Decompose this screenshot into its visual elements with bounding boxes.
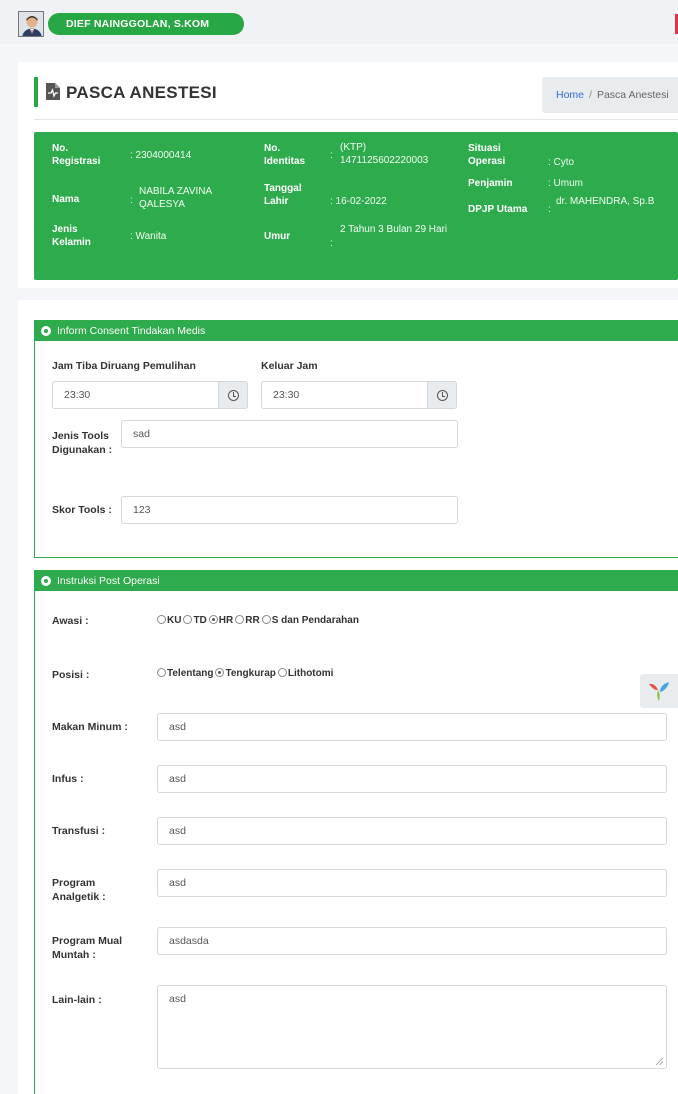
patient-info-panel: No. Registrasi : 2304000414 Nama : NABIL… — [34, 132, 678, 280]
posisi-option-label: Lithotomi — [287, 668, 334, 679]
awasi-radio-button[interactable] — [208, 615, 218, 624]
dpjp-utama-value: dr. MAHENDRA, Sp.B — [556, 196, 655, 207]
awasi-radio-group: KU TD HR RR S dan Pendarahan — [157, 615, 361, 626]
program-mual-input[interactable]: asdasda — [157, 927, 667, 955]
posisi-option-tengkurap[interactable]: Tengkurap — [215, 668, 276, 679]
awasi-option-rr[interactable]: RR — [235, 615, 260, 626]
no-identitas-value: (KTP) 1471125602220003 — [340, 142, 429, 166]
awasi-option-s-dan-pendarahan[interactable]: S dan Pendarahan — [261, 615, 359, 626]
program-analgetik-label: Program Analgetik : — [52, 877, 106, 903]
yii-logo-icon — [649, 682, 669, 701]
nama-colon: : — [130, 195, 133, 206]
user-name-badge[interactable]: DIEF NAINGGOLAN, S.KOM — [48, 13, 244, 35]
awasi-radio-button[interactable] — [157, 615, 166, 624]
no-identitas-label: No. Identitas — [264, 143, 306, 167]
lain-lain-textarea[interactable]: asd — [157, 985, 667, 1069]
awasi-radio-button[interactable] — [261, 615, 271, 624]
awasi-option-label: TD — [193, 615, 207, 626]
instruksi-header[interactable]: Instruksi Post Operasi — [35, 571, 678, 591]
jenis-kelamin-value: : Wanita — [130, 231, 167, 242]
awasi-radio-button[interactable] — [183, 615, 193, 624]
situasi-operasi-value: : Cyto — [548, 157, 575, 168]
posisi-radio-button[interactable] — [277, 668, 287, 677]
instruksi-title: Instruksi Post Operasi — [57, 575, 160, 587]
penjamin-label: Penjamin — [468, 178, 513, 189]
program-analgetik-input[interactable]: asd — [157, 869, 667, 897]
program-mual-label: Program Mual Muntah : — [52, 935, 123, 961]
skor-tools-input[interactable]: 123 — [121, 496, 458, 524]
infus-input[interactable]: asd — [157, 765, 667, 793]
makan-minum-label: Makan Minum : — [52, 721, 128, 733]
awasi-label: Awasi : — [52, 615, 89, 627]
tanggal-lahir-value: : 16-02-2022 — [330, 196, 387, 207]
makan-minum-input[interactable]: asd — [157, 713, 667, 741]
lain-lain-label: Lain-lain : — [52, 994, 102, 1006]
page-header-card: PASCA ANESTESI Home / Pasca Anestesi No. R… — [18, 62, 678, 288]
breadcrumb-separator: / — [589, 89, 592, 101]
jam-tiba-clock-button[interactable] — [218, 381, 248, 409]
posisi-option-label: Tengkurap — [225, 668, 276, 679]
umur-label: Umur — [264, 231, 291, 242]
inform-consent-title: Inform Consent Tindakan Medis — [57, 325, 206, 337]
skor-tools-label: Skor Tools : — [52, 504, 112, 516]
dpjp-colon: : — [548, 204, 551, 215]
posisi-option-lithotomi[interactable]: Lithotomi — [277, 668, 334, 679]
page-title: PASCA ANESTESI — [66, 83, 217, 102]
transfusi-label: Transfusi : — [52, 825, 106, 837]
posisi-option-label: Telentang — [167, 668, 214, 679]
transfusi-input[interactable]: asd — [157, 817, 667, 845]
keluar-jam-label: Keluar Jam — [261, 360, 318, 372]
clock-icon — [437, 390, 448, 401]
breadcrumb-current: Pasca Anestesi — [596, 89, 669, 101]
jam-tiba-label: Jam Tiba Diruang Pemulihan — [52, 360, 196, 372]
radio-icon — [41, 576, 51, 586]
jenis-kelamin-label: Jenis Kelamin — [52, 224, 91, 248]
nama-value: NABILA ZAVINA QALESYA — [139, 186, 212, 210]
keluar-jam-input[interactable]: 23:30 — [261, 381, 451, 409]
penjamin-value: : Umum — [548, 178, 583, 189]
nama-label: Nama — [52, 194, 80, 205]
divider — [34, 119, 678, 120]
clock-icon — [228, 390, 239, 401]
umur-colon: : — [330, 238, 333, 249]
posisi-radio-button[interactable] — [157, 668, 166, 677]
resize-grip-icon[interactable] — [656, 1058, 663, 1065]
document-icon — [46, 83, 60, 100]
inform-consent-header[interactable]: Inform Consent Tindakan Medis — [35, 321, 678, 341]
awasi-option-label: KU — [167, 615, 182, 626]
lain-lain-value: asd — [169, 993, 186, 1005]
keluar-jam-clock-button[interactable] — [427, 381, 457, 409]
infus-label: Infus : — [52, 773, 84, 785]
avatar[interactable] — [18, 11, 44, 37]
yii-debug-toolbar-button[interactable] — [640, 674, 678, 708]
posisi-radio-group: Telentang Tengkurap Lithotomi — [157, 668, 335, 679]
dpjp-utama-label: DPJP Utama — [468, 204, 528, 215]
posisi-label: Posisi : — [52, 669, 90, 681]
jenis-tools-input[interactable]: sad — [121, 420, 458, 448]
title-accent-bar — [34, 77, 38, 107]
jenis-tools-label: Jenis Tools Digunakan : — [52, 430, 113, 456]
no-registrasi-label: No. Registrasi — [52, 143, 101, 167]
awasi-option-label: HR — [218, 615, 234, 626]
breadcrumb-home-link[interactable]: Home — [556, 89, 584, 101]
top-navbar: DIEF NAINGGOLAN, S.KOM — [0, 0, 678, 44]
umur-value: 2 Tahun 3 Bulan 29 Hari — [340, 224, 448, 235]
radio-icon — [41, 326, 51, 336]
awasi-option-label: S dan Pendarahan — [271, 615, 359, 626]
jam-tiba-input[interactable]: 23:30 — [52, 381, 242, 409]
situasi-operasi-label: Situasi Operasi — [468, 143, 506, 167]
awasi-option-ku[interactable]: KU — [157, 615, 181, 626]
no-registrasi-value: : 2304000414 — [130, 150, 192, 161]
posisi-radio-button[interactable] — [215, 668, 225, 677]
awasi-radio-button[interactable] — [235, 615, 245, 624]
awasi-option-hr[interactable]: HR — [208, 615, 234, 626]
no-identitas-colon: : — [330, 150, 333, 161]
awasi-option-label: RR — [245, 615, 260, 626]
awasi-option-td[interactable]: TD — [183, 615, 207, 626]
posisi-option-telentang[interactable]: Telentang — [157, 668, 213, 679]
tanggal-lahir-label: Tanggal Lahir — [264, 183, 302, 207]
breadcrumb: Home / Pasca Anestesi — [542, 77, 678, 113]
